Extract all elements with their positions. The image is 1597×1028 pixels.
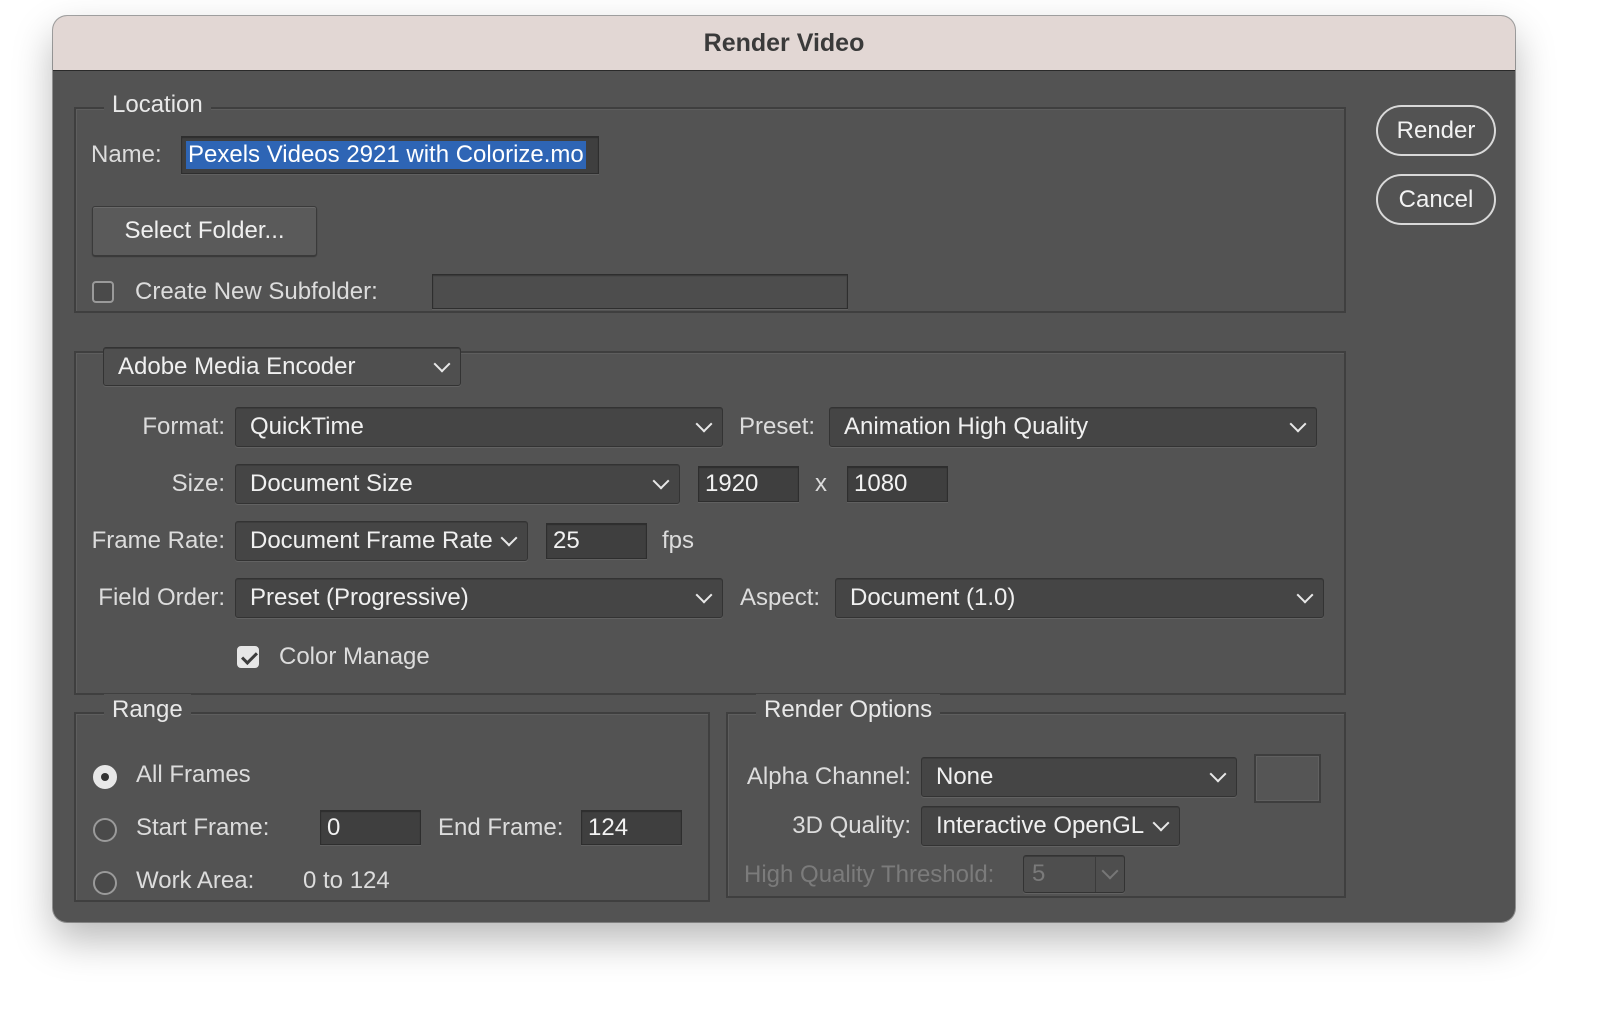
range-legend: Range bbox=[104, 694, 191, 726]
chevron-down-icon bbox=[695, 586, 713, 604]
aspect-select-value: Document (1.0) bbox=[850, 584, 1016, 611]
field-order-select-value: Preset (Progressive) bbox=[250, 584, 469, 611]
chevron-down-icon bbox=[1152, 814, 1170, 832]
chevron-down-icon bbox=[1209, 765, 1227, 783]
render-button[interactable]: Render bbox=[1376, 105, 1496, 156]
encoder-select-value: Adobe Media Encoder bbox=[118, 352, 356, 380]
aspect-select[interactable]: Document (1.0) bbox=[835, 578, 1324, 618]
end-frame-input[interactable]: 124 bbox=[581, 810, 682, 845]
start-frame-label: Start Frame: bbox=[136, 814, 270, 841]
alpha-color-swatch[interactable] bbox=[1254, 754, 1321, 803]
field-order-select[interactable]: Preset (Progressive) bbox=[235, 578, 723, 618]
chevron-down-icon bbox=[652, 472, 670, 490]
work-area-radio[interactable] bbox=[93, 871, 117, 895]
start-frame-input[interactable]: 0 bbox=[320, 810, 421, 845]
start-frame-radio[interactable] bbox=[93, 818, 117, 842]
alpha-channel-select-value: None bbox=[936, 763, 994, 790]
high-quality-threshold-label: High Quality Threshold: bbox=[744, 861, 995, 888]
size-separator: x bbox=[815, 470, 827, 497]
title-bar: Render Video bbox=[53, 16, 1515, 71]
size-select[interactable]: Document Size bbox=[235, 464, 680, 504]
format-select[interactable]: QuickTime bbox=[235, 407, 723, 447]
name-label: Name: bbox=[91, 141, 162, 168]
dialog-content: Render Cancel Location Name: Pexels Vide… bbox=[53, 71, 1515, 922]
format-label: Format: bbox=[142, 413, 225, 440]
name-input[interactable]: Pexels Videos 2921 with Colorize.mo bbox=[181, 136, 599, 174]
width-input[interactable]: 1920 bbox=[698, 466, 799, 502]
chevron-down-icon bbox=[695, 415, 713, 433]
frame-rate-label: Frame Rate: bbox=[91, 527, 225, 554]
3d-quality-label: 3D Quality: bbox=[792, 812, 911, 839]
frame-rate-select-value: Document Frame Rate bbox=[250, 527, 493, 554]
subfolder-input[interactable] bbox=[432, 274, 848, 309]
color-manage-checkbox[interactable] bbox=[237, 646, 259, 668]
height-input[interactable]: 1080 bbox=[847, 466, 948, 502]
field-order-label: Field Order: bbox=[98, 584, 225, 611]
color-manage-label: Color Manage bbox=[279, 643, 430, 670]
chevron-down-icon bbox=[500, 529, 518, 547]
preset-select-value: Animation High Quality bbox=[844, 413, 1089, 440]
chevron-down-icon bbox=[1289, 415, 1307, 433]
alpha-channel-select[interactable]: None bbox=[921, 757, 1237, 797]
select-folder-button[interactable]: Select Folder... bbox=[92, 206, 317, 256]
high-quality-threshold-value: 5 bbox=[1032, 860, 1046, 887]
cancel-button[interactable]: Cancel bbox=[1376, 174, 1496, 225]
end-frame-label: End Frame: bbox=[438, 814, 564, 841]
preset-select[interactable]: Animation High Quality bbox=[829, 407, 1317, 447]
work-area-label: Work Area: bbox=[136, 867, 255, 894]
all-frames-label: All Frames bbox=[136, 761, 251, 788]
high-quality-threshold-select: 5 bbox=[1023, 855, 1125, 893]
render-options-legend: Render Options bbox=[756, 694, 941, 726]
size-select-value: Document Size bbox=[250, 470, 413, 497]
format-select-value: QuickTime bbox=[250, 413, 364, 440]
location-legend: Location bbox=[104, 89, 211, 121]
chevron-down-icon bbox=[1101, 862, 1119, 880]
fps-unit-label: fps bbox=[662, 527, 695, 554]
3d-quality-select-value: Interactive OpenGL bbox=[936, 812, 1145, 839]
encoder-select[interactable]: Adobe Media Encoder bbox=[103, 347, 461, 386]
work-area-value: 0 to 124 bbox=[303, 867, 390, 894]
all-frames-radio[interactable] bbox=[93, 765, 117, 789]
chevron-down-icon bbox=[433, 355, 451, 372]
preset-label: Preset: bbox=[739, 413, 816, 440]
fps-input[interactable]: 25 bbox=[546, 523, 647, 559]
select-divider bbox=[1095, 856, 1096, 892]
chevron-down-icon bbox=[1296, 586, 1314, 604]
window-title: Render Video bbox=[703, 28, 865, 57]
create-subfolder-checkbox[interactable] bbox=[92, 281, 114, 303]
render-video-dialog: Render Video Render Cancel Location Name… bbox=[53, 16, 1515, 922]
3d-quality-select[interactable]: Interactive OpenGL bbox=[921, 806, 1180, 846]
frame-rate-select[interactable]: Document Frame Rate bbox=[235, 521, 528, 561]
alpha-channel-label: Alpha Channel: bbox=[746, 763, 911, 790]
create-subfolder-label: Create New Subfolder: bbox=[135, 278, 378, 305]
size-label: Size: bbox=[171, 470, 225, 497]
aspect-label: Aspect: bbox=[740, 584, 821, 611]
name-input-value: Pexels Videos 2921 with Colorize.mo bbox=[186, 141, 586, 169]
